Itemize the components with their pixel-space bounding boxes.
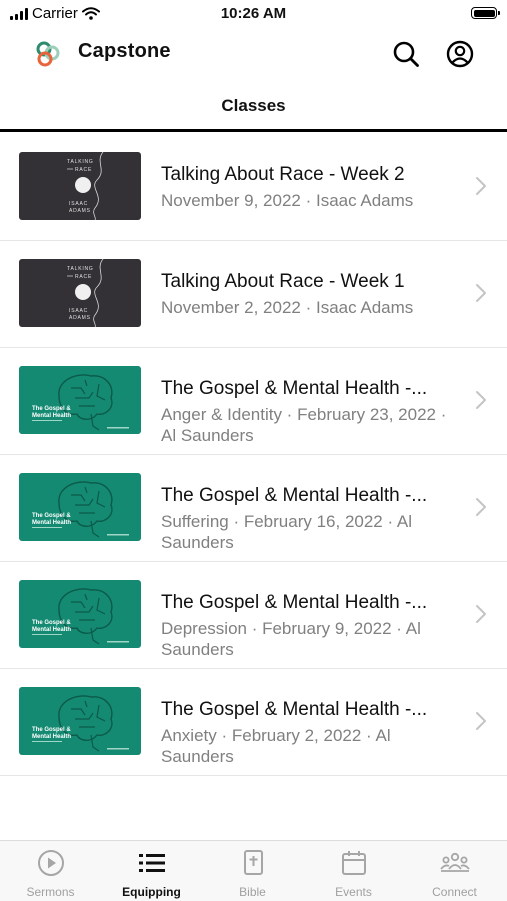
class-list-item[interactable]: The Gospel & Mental Health The Gospel & … xyxy=(0,669,507,776)
people-icon xyxy=(440,852,470,872)
classes-list: TALKING RACE ISAAC ADAMS Talking About R… xyxy=(0,134,507,776)
thumb-text-adams: ADAMS xyxy=(69,315,91,321)
play-circle-icon xyxy=(38,850,64,876)
class-subtitle: November 2, 2022 · Isaac Adams xyxy=(161,298,414,317)
thumb-text-isaac: ISAAC xyxy=(69,308,88,314)
tab-events[interactable]: Events xyxy=(303,841,404,901)
search-icon xyxy=(393,41,419,67)
tab-sermons[interactable]: Sermons xyxy=(0,841,101,901)
tab-connect[interactable]: Connect xyxy=(404,841,505,901)
talking-about-race-thumbnail: TALKING RACE ISAAC ADAMS xyxy=(19,152,141,220)
tab-label: Sermons xyxy=(26,885,75,899)
thumb-text-mental-health: Mental Health xyxy=(32,627,71,633)
gospel-mental-health-thumbnail: The Gospel & Mental Health xyxy=(19,580,141,648)
class-list-item[interactable]: The Gospel & Mental Health The Gospel & … xyxy=(0,562,507,669)
tab-label: Connect xyxy=(432,885,477,899)
class-title: Talking About Race - Week 2 xyxy=(161,164,405,185)
list-icon xyxy=(139,854,165,872)
class-title: The Gospel & Mental Health -... xyxy=(161,378,428,399)
class-title: Talking About Race - Week 1 xyxy=(161,271,405,292)
bible-icon xyxy=(244,850,263,875)
classes-tab[interactable]: Classes xyxy=(0,88,507,132)
chevron-right-icon xyxy=(476,391,486,409)
search-button[interactable] xyxy=(390,38,422,70)
class-list-item[interactable]: TALKING RACE ISAAC ADAMS Talking About R… xyxy=(0,241,507,348)
app-header: Capstone xyxy=(0,28,507,78)
chevron-right-icon xyxy=(476,498,486,516)
class-list-item[interactable]: The Gospel & Mental Health The Gospel & … xyxy=(0,348,507,455)
thumb-text-gospel: The Gospel & xyxy=(32,513,71,519)
class-subtitle: Suffering · February 16, 2022 · Al Saund… xyxy=(161,512,413,552)
thumb-text-race: RACE xyxy=(75,274,92,280)
thumb-text-gospel: The Gospel & xyxy=(32,620,71,626)
thumb-text-race: RACE xyxy=(75,167,92,173)
tab-equipping[interactable]: Equipping xyxy=(101,841,202,901)
chevron-right-icon xyxy=(476,284,486,302)
chevron-right-icon xyxy=(476,177,486,195)
tab-bible[interactable]: Bible xyxy=(202,841,303,901)
account-button[interactable] xyxy=(444,38,476,70)
tab-label: Bible xyxy=(239,885,266,899)
tab-label: Events xyxy=(335,885,372,899)
gospel-mental-health-thumbnail: The Gospel & Mental Health xyxy=(19,687,141,755)
calendar-icon xyxy=(342,851,366,875)
class-list-item[interactable]: TALKING RACE ISAAC ADAMS Talking About R… xyxy=(0,134,507,241)
bottom-tab-bar: Sermons Equipping Bible Events Connect xyxy=(0,840,507,901)
gospel-mental-health-thumbnail: The Gospel & Mental Health xyxy=(19,366,141,434)
chevron-right-icon xyxy=(476,605,486,623)
class-subtitle: November 9, 2022 · Isaac Adams xyxy=(161,191,414,210)
thumb-text-talking: TALKING xyxy=(67,159,94,165)
class-list-item[interactable]: The Gospel & Mental Health The Gospel & … xyxy=(0,455,507,562)
class-subtitle: Anxiety · February 2, 2022 · Al Saunders xyxy=(161,726,391,766)
gospel-mental-health-thumbnail: The Gospel & Mental Health xyxy=(19,473,141,541)
thumb-text-mental-health: Mental Health xyxy=(32,520,71,526)
thumb-text-mental-health: Mental Health xyxy=(32,413,71,419)
app-title: Capstone xyxy=(78,40,171,62)
class-title: The Gospel & Mental Health -... xyxy=(161,485,428,506)
thumb-text-isaac: ISAAC xyxy=(69,201,88,207)
thumb-text-gospel: The Gospel & xyxy=(32,406,71,412)
class-subtitle: Depression · February 9, 2022 · Al Saund… xyxy=(161,619,421,659)
class-subtitle: Anger & Identity · February 23, 2022 · A… xyxy=(161,405,447,445)
status-time: 10:26 AM xyxy=(220,5,287,22)
class-title: The Gospel & Mental Health -... xyxy=(161,592,428,613)
talking-about-race-thumbnail: TALKING RACE ISAAC ADAMS xyxy=(19,259,141,327)
status-bar: Carrier 10:26 AM xyxy=(0,0,507,28)
thumb-text-talking: TALKING xyxy=(67,266,94,272)
tab-label: Equipping xyxy=(122,885,181,899)
class-title: The Gospel & Mental Health -... xyxy=(161,699,428,720)
tab-underline xyxy=(0,129,507,132)
thumb-text-mental-health: Mental Health xyxy=(32,734,71,740)
classes-tab-label: Classes xyxy=(221,96,286,115)
account-icon xyxy=(446,40,474,68)
chevron-right-icon xyxy=(476,712,486,730)
thumb-text-gospel: The Gospel & xyxy=(32,727,71,733)
thumb-text-adams: ADAMS xyxy=(69,208,91,214)
capstone-logo-icon xyxy=(36,41,60,67)
battery-icon xyxy=(471,7,500,19)
